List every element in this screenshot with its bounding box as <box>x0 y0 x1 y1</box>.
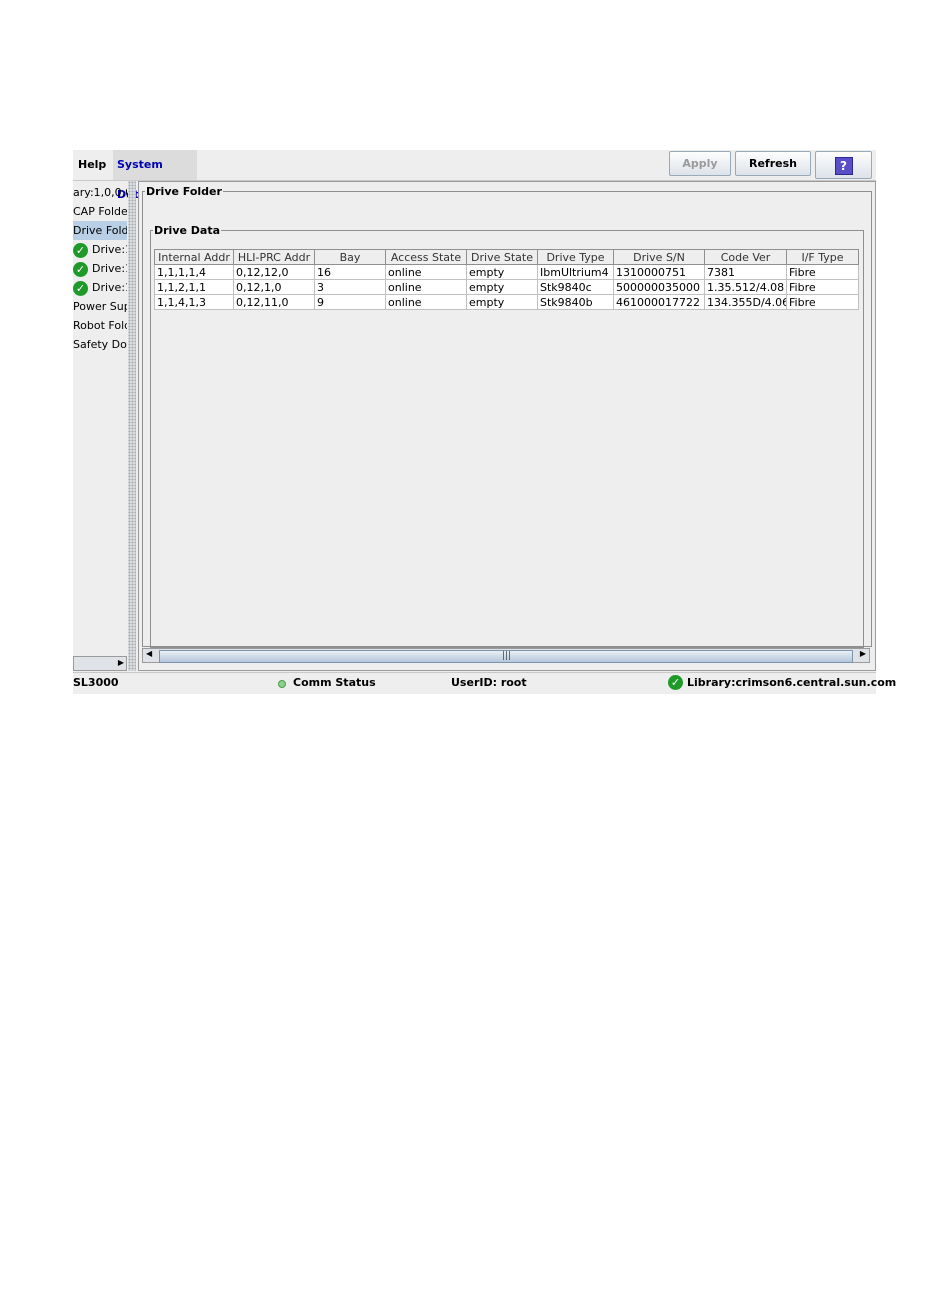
table-cell: 461000017722 <box>613 294 705 310</box>
table-cell: 1.35.512/4.08 <box>704 279 787 295</box>
drive-data-group: Drive Data Internal Addr HLI-PRC Addr Ba… <box>150 224 864 648</box>
tree-item-label: Drive:1 <box>92 262 127 275</box>
table-cell: 1,1,1,1,4 <box>154 264 234 280</box>
table-cell: 134.355D/4.06 <box>704 294 787 310</box>
apply-button[interactable]: Apply <box>669 151 731 176</box>
table-cell: online <box>385 294 467 310</box>
detail-horizontal-scrollbar[interactable]: ◀ ||| ▶ <box>142 648 870 663</box>
table-cell: Fibre <box>786 279 859 295</box>
column-header-access-state[interactable]: Access State <box>385 249 467 265</box>
help-button[interactable]: ? <box>815 151 872 179</box>
tree-item-power-supply[interactable]: Power Sup <box>73 297 127 316</box>
detail-pane: Drive Folder Drive Data Internal Addr HL… <box>138 181 876 671</box>
help-icon: ? <box>834 157 853 175</box>
table-cell: Fibre <box>786 294 859 310</box>
column-header-drive-sn[interactable]: Drive S/N <box>613 249 705 265</box>
tree-item-drive-folder[interactable]: Drive Folder <box>73 221 127 240</box>
table-cell: 0,12,1,0 <box>233 279 315 295</box>
tree-item-drive-1[interactable]: ✓ Drive:1 <box>73 240 127 259</box>
tree-item-label: Power Sup <box>73 300 127 313</box>
top-toolbar: Help System Detail Apply Refresh ? <box>73 150 876 201</box>
help-menu[interactable]: Help <box>78 150 112 180</box>
library-host-label: Library:crimson6.central.sun.com <box>687 676 897 689</box>
library-console-window: Help System Detail Apply Refresh ? ary:1… <box>73 150 896 694</box>
table-cell: online <box>385 264 467 280</box>
tree-item-safety-door[interactable]: Safety Doo <box>73 335 127 354</box>
drive-data-title: Drive Data <box>154 224 221 237</box>
scrollbar-thumb[interactable]: ||| <box>159 650 853 663</box>
table-row[interactable]: 1,1,1,1,4 0,12,12,0 16 online empty IbmU… <box>154 264 859 280</box>
drive-folder-title: Drive Folder <box>146 185 222 198</box>
table-cell: Fibre <box>786 264 859 280</box>
table-cell: empty <box>466 279 538 295</box>
split-pane-divider[interactable] <box>128 181 136 671</box>
table-cell: 0,12,12,0 <box>233 264 315 280</box>
system-detail-tab[interactable]: System Detail <box>113 150 197 201</box>
column-header-drive-state[interactable]: Drive State <box>466 249 538 265</box>
table-cell: 3 <box>314 279 386 295</box>
table-cell: 500000035000 <box>613 279 705 295</box>
navigation-tree: ary:1,0,0,0 CAP Folder Drive Folder ✓ Dri… <box>73 181 127 656</box>
scroll-left-arrow-icon[interactable]: ◀ <box>146 649 152 658</box>
check-icon: ✓ <box>668 675 683 690</box>
table-row[interactable]: 1,1,2,1,1 0,12,1,0 3 online empty Stk984… <box>154 279 859 295</box>
comm-status-label: Comm Status <box>293 676 376 689</box>
tree-horizontal-scrollbar[interactable]: ▶ <box>73 656 127 671</box>
scrollbar-grip: ||| <box>502 651 512 661</box>
tree-item-label: Robot Fold <box>73 319 127 332</box>
check-icon: ✓ <box>73 280 88 296</box>
tree-item-robot-folder[interactable]: Robot Fold <box>73 316 127 335</box>
tree-item-cap-folder[interactable]: CAP Folder <box>73 202 127 221</box>
scroll-right-arrow-icon[interactable]: ▶ <box>118 658 124 667</box>
tree-item-label: Drive Folder <box>73 224 127 237</box>
table-cell: online <box>385 279 467 295</box>
tree-item-label: Drive:1 <box>92 281 127 294</box>
tree-item-library[interactable]: ary:1,0,0,0 <box>73 183 127 202</box>
table-cell: Stk9840b <box>537 294 614 310</box>
comm-status-indicator-icon <box>278 680 286 688</box>
table-cell: IbmUltrium4 <box>537 264 614 280</box>
column-header-drive-type[interactable]: Drive Type <box>537 249 614 265</box>
column-header-hli-prc-addr[interactable]: HLI-PRC Addr <box>233 249 315 265</box>
table-header-row: Internal Addr HLI-PRC Addr Bay Access St… <box>154 249 859 265</box>
tree-item-label: Safety Doo <box>73 338 127 351</box>
table-cell: 1,1,4,1,3 <box>154 294 234 310</box>
tree-item-label: CAP Folder <box>73 205 127 218</box>
column-header-if-type[interactable]: I/F Type <box>786 249 859 265</box>
table-cell: Stk9840c <box>537 279 614 295</box>
refresh-button[interactable]: Refresh <box>735 151 811 176</box>
table-cell: 1,1,2,1,1 <box>154 279 234 295</box>
check-icon: ✓ <box>73 242 88 258</box>
tree-item-label: Drive:1 <box>92 243 127 256</box>
table-cell: 1310000751 <box>613 264 705 280</box>
table-row[interactable]: 1,1,4,1,3 0,12,11,0 9 online empty Stk98… <box>154 294 859 310</box>
table-cell: empty <box>466 294 538 310</box>
table-cell: 0,12,11,0 <box>233 294 315 310</box>
table-cell: 9 <box>314 294 386 310</box>
tree-item-drive-3[interactable]: ✓ Drive:1 <box>73 278 127 297</box>
table-cell: 16 <box>314 264 386 280</box>
table-cell: empty <box>466 264 538 280</box>
drive-folder-group: Drive Folder Drive Data Internal Addr HL… <box>142 185 872 648</box>
product-name: SL3000 <box>73 676 119 689</box>
column-header-bay[interactable]: Bay <box>314 249 386 265</box>
column-header-code-ver[interactable]: Code Ver <box>704 249 787 265</box>
tree-item-drive-2[interactable]: ✓ Drive:1 <box>73 259 127 278</box>
table-cell: 7381 <box>704 264 787 280</box>
scroll-right-arrow-icon[interactable]: ▶ <box>860 649 866 658</box>
user-id-label: UserID: root <box>451 676 527 689</box>
column-header-internal-addr[interactable]: Internal Addr <box>154 249 234 265</box>
status-bar: SL3000 Comm Status UserID: root ✓ Librar… <box>73 672 896 694</box>
check-icon: ✓ <box>73 261 88 277</box>
drive-data-table: Internal Addr HLI-PRC Addr Bay Access St… <box>154 249 859 310</box>
tree-item-label: ary:1,0,0,0 <box>73 186 127 199</box>
